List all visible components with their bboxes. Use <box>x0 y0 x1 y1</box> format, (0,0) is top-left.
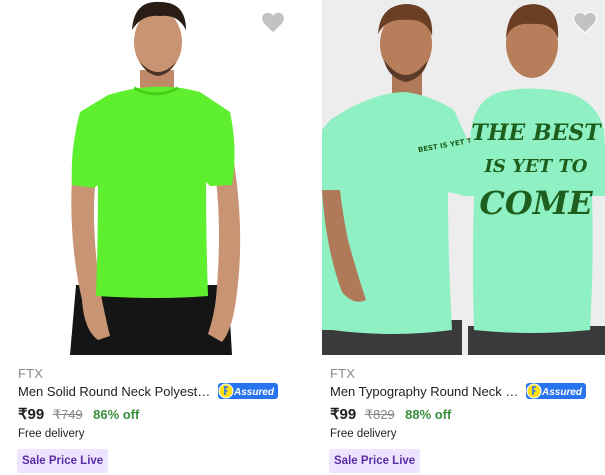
product-brand: FTX <box>330 366 356 381</box>
sale-tag: Sale Price Live <box>17 449 109 473</box>
flipkart-assured-badge: Assured <box>218 383 278 399</box>
price-row: ₹99 ₹829 88% off <box>330 405 451 423</box>
back-print-line-2: IS YET TO <box>484 156 588 177</box>
back-print-line-3: COME <box>479 184 593 222</box>
delivery-info: Free delivery <box>330 428 397 440</box>
sale-tag: Sale Price Live <box>329 449 421 473</box>
selling-price: ₹99 <box>18 406 45 423</box>
assured-label: Assured <box>541 387 583 398</box>
wishlist-heart-icon[interactable] <box>572 10 598 34</box>
wishlist-heart-icon[interactable] <box>260 10 286 34</box>
model-photo <box>70 1 241 355</box>
product-title[interactable]: Men Solid Round Neck Polyester... <box>18 384 216 399</box>
discount-percent: 88% off <box>405 407 452 422</box>
assured-label: Assured <box>233 387 275 398</box>
discount-percent: 86% off <box>93 407 140 422</box>
product-brand: FTX <box>18 366 44 381</box>
product-card[interactable]: BEST IS YET TO COME THE BEST IS YET TO C… <box>322 0 605 475</box>
back-print-line-1: THE BEST <box>471 120 602 146</box>
product-title[interactable]: Men Typography Round Neck C... <box>330 384 524 399</box>
product-image[interactable] <box>10 0 300 355</box>
model-photo: BEST IS YET TO COME THE BEST IS YET TO C… <box>322 4 605 355</box>
delivery-info: Free delivery <box>18 428 85 440</box>
product-card[interactable]: FTX Men Solid Round Neck Polyester... As… <box>10 0 300 475</box>
original-price: ₹829 <box>364 407 395 422</box>
original-price: ₹749 <box>52 407 83 422</box>
selling-price: ₹99 <box>330 406 357 423</box>
flipkart-assured-badge: Assured <box>526 383 586 399</box>
product-image[interactable]: BEST IS YET TO COME THE BEST IS YET TO C… <box>322 0 605 355</box>
price-row: ₹99 ₹749 86% off <box>18 405 139 423</box>
